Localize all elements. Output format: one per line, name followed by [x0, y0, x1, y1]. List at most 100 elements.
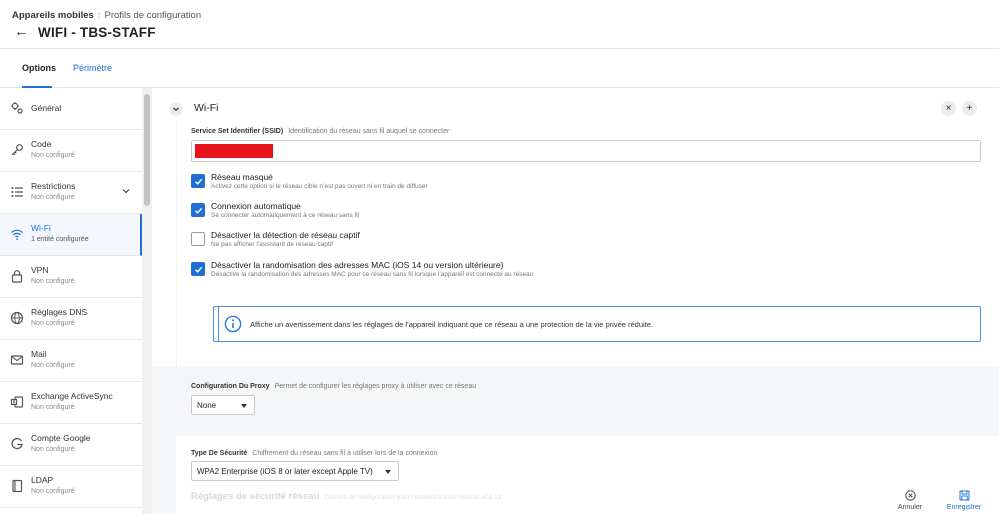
check-icon [194, 207, 202, 214]
info-icon [224, 315, 242, 333]
save-label: Enregistrer [946, 504, 982, 511]
ssid-label-text: Service Set Identifier (SSID) [191, 128, 284, 135]
plus-icon: + [966, 102, 973, 114]
close-icon: × [945, 102, 952, 114]
captive-detection-description: Ne pas afficher l’assistant de réseau ca… [211, 241, 334, 248]
save-icon [959, 490, 969, 501]
security-type-label-text: Type De Sécurité [191, 450, 248, 457]
network-security-label: Réglages de sécurité réseau [191, 491, 320, 502]
remove-entity-button[interactable]: × [941, 101, 956, 116]
sidebar-item-status: Non configuré [31, 404, 75, 411]
sidebar-item-code[interactable]: Code Non configuré [0, 130, 142, 172]
security-type-value: WPA2 Enterprise (iOS 8 or later except A… [197, 467, 373, 476]
auto-join-description: Se connecter automatiquement à ce réseau… [211, 212, 360, 219]
back-arrow-icon[interactable]: ← [14, 24, 29, 40]
payload-sidebar: Général Code Non configuré Restrictions … [0, 88, 142, 514]
sidebar-item-label: Général [31, 103, 62, 113]
exchange-icon [10, 395, 24, 409]
network-security-heading: Réglages de sécurité réseau Options de co… [191, 491, 502, 502]
proxy-section [176, 366, 999, 436]
footer-actions: Annuler Enregistrer [890, 490, 999, 514]
close-circle-icon [904, 490, 916, 501]
sidebar-item-label: Exchange ActiveSync [31, 391, 113, 401]
sidebar-item-vpn[interactable]: VPN Non configuré [0, 256, 142, 298]
tab-perimetre[interactable]: Périmètre [73, 63, 112, 73]
sidebar-item-status: Non configuré [31, 488, 75, 495]
proxy-description: Permet de configurer les réglages proxy … [274, 383, 477, 390]
chevron-down-icon [173, 107, 179, 112]
mac-randomization-description: Désactive la randomisation des adresses … [211, 271, 534, 278]
sidebar-item-general[interactable]: Général [0, 88, 142, 130]
sidebar-item-label: Restrictions [31, 181, 76, 191]
page-title: WIFI - TBS-STAFF [38, 25, 156, 40]
gears-icon [10, 101, 24, 115]
sidebar-item-label: Wi-Fi [31, 223, 51, 233]
sidebar-item-status: Non configuré [31, 152, 75, 159]
breadcrumb-root[interactable]: Appareils mobiles [12, 10, 94, 21]
sidebar-item-ldap[interactable]: LDAP Non configuré [0, 466, 142, 508]
cancel-label: Annuler [897, 504, 923, 511]
sidebar-item-wifi[interactable]: Wi-Fi 1 entité configurée [0, 214, 142, 256]
check-icon [194, 178, 202, 185]
sidebar-item-status: Non configuré [31, 362, 75, 369]
sidebar-item-label: Mail [31, 349, 47, 359]
proxy-select[interactable]: None [191, 395, 255, 415]
breadcrumb-separator: : [97, 10, 101, 21]
security-type-label: Type De Sécurité Chiffrement du réseau sa… [191, 450, 437, 457]
check-icon [194, 266, 202, 273]
sidebar-item-restrictions[interactable]: Restrictions Non configuré [0, 172, 142, 214]
book-icon [10, 479, 24, 493]
breadcrumb: Appareils mobiles: Profils de configurati… [12, 10, 201, 21]
ssid-description: Identification du réseau sans fil auquel… [288, 128, 450, 135]
key-icon [10, 143, 24, 157]
sidebar-item-exchange[interactable]: Exchange ActiveSync Non configuré [0, 382, 142, 424]
lock-icon [10, 269, 24, 283]
network-security-description: Options de configuration pour l’authenti… [324, 494, 503, 501]
sidebar-item-status: 1 entité configurée [31, 236, 89, 243]
info-accent-bar [218, 307, 219, 341]
sidebar-item-status: Non configuré [31, 446, 75, 453]
save-button[interactable]: Enregistrer [944, 490, 984, 514]
caret-down-icon [241, 404, 247, 408]
sidebar-scrollbar-thumb[interactable] [144, 94, 150, 206]
breadcrumb-current: Profils de configuration [104, 10, 202, 21]
security-type-select[interactable]: WPA2 Enterprise (iOS 8 or later except A… [191, 461, 399, 481]
captive-detection-checkbox[interactable] [191, 232, 205, 246]
proxy-select-value: None [197, 401, 217, 410]
mac-randomization-checkbox[interactable] [191, 262, 205, 276]
mail-icon [10, 353, 24, 367]
collapse-button[interactable] [169, 102, 183, 116]
tab-options[interactable]: Options [22, 63, 56, 73]
card-title: Wi-Fi [194, 102, 219, 114]
redaction-block [195, 144, 273, 158]
sidebar-item-status: Non configuré [31, 194, 75, 201]
sidebar-item-label: VPN [31, 265, 49, 275]
ssid-label: Service Set Identifier (SSID) Identificat… [191, 128, 449, 135]
sidebar-item-label: Code [31, 139, 52, 149]
add-entity-button[interactable]: + [962, 101, 977, 116]
cancel-button[interactable]: Annuler [890, 490, 930, 514]
sidebar-item-label: Compte Google [31, 433, 91, 443]
sidebar-item-mail[interactable]: Mail Non configuré [0, 340, 142, 382]
sidebar-item-status: Non configuré [31, 278, 75, 285]
auto-join-label: Connexion automatique [211, 201, 301, 211]
wifi-icon [10, 227, 24, 241]
hidden-network-label: Réseau masqué [211, 172, 273, 182]
proxy-label: Configuration Du Proxy Permet de configur… [191, 383, 476, 390]
sidebar-item-dns[interactable]: Réglages DNS Non configuré [0, 298, 142, 340]
sidebar-item-status: Non configuré [31, 320, 75, 327]
sidebar-item-label: Réglages DNS [31, 307, 88, 317]
info-message: Affiche un avertissement dans les réglag… [250, 320, 654, 329]
auto-join-checkbox[interactable] [191, 203, 205, 217]
chevron-down-icon[interactable] [121, 186, 131, 196]
ssid-input[interactable] [191, 140, 981, 162]
tab-bar: Options Périmètre [0, 48, 999, 88]
sidebar-item-label: LDAP [31, 475, 54, 485]
privacy-warning-info: Affiche un avertissement dans les réglag… [213, 306, 981, 342]
google-icon [10, 437, 24, 451]
mac-randomization-label: Désactiver la randomisation des adresses… [211, 260, 504, 270]
list-icon [10, 185, 24, 199]
hidden-network-checkbox[interactable] [191, 174, 205, 188]
proxy-label-text: Configuration Du Proxy [191, 383, 270, 390]
sidebar-item-google[interactable]: Compte Google Non configuré [0, 424, 142, 466]
